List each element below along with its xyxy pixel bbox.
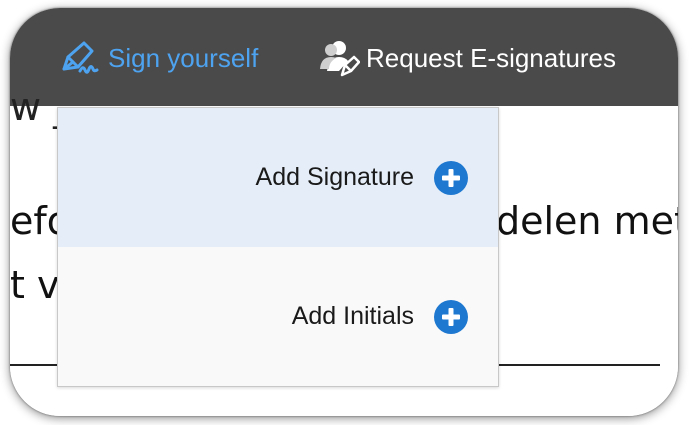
plus-circle-icon bbox=[434, 299, 468, 334]
document-text-fragment: delen met bbox=[496, 199, 678, 243]
request-e-signatures-label: Request E-signatures bbox=[366, 42, 617, 73]
sign-yourself-menu: Add Signature Add Initials bbox=[57, 107, 499, 387]
signature-line bbox=[496, 364, 660, 366]
sign-yourself-label: Sign yourself bbox=[108, 42, 259, 73]
add-signature-label: Add Signature bbox=[255, 163, 414, 191]
signature-line bbox=[10, 364, 58, 366]
add-signature-menu-item[interactable]: Add Signature bbox=[58, 108, 498, 247]
app-window: Sign yourself Request E-signatures w ___… bbox=[10, 8, 678, 416]
add-initials-menu-item[interactable]: Add Initials bbox=[58, 247, 498, 386]
add-initials-label: Add Initials bbox=[291, 302, 414, 330]
plus-circle-icon bbox=[434, 160, 468, 195]
pen-signature-icon bbox=[62, 41, 99, 74]
sign-yourself-button[interactable]: Sign yourself bbox=[58, 36, 258, 80]
people-pen-icon bbox=[320, 41, 360, 77]
request-e-signatures-button[interactable]: Request E-signatures bbox=[318, 36, 616, 80]
